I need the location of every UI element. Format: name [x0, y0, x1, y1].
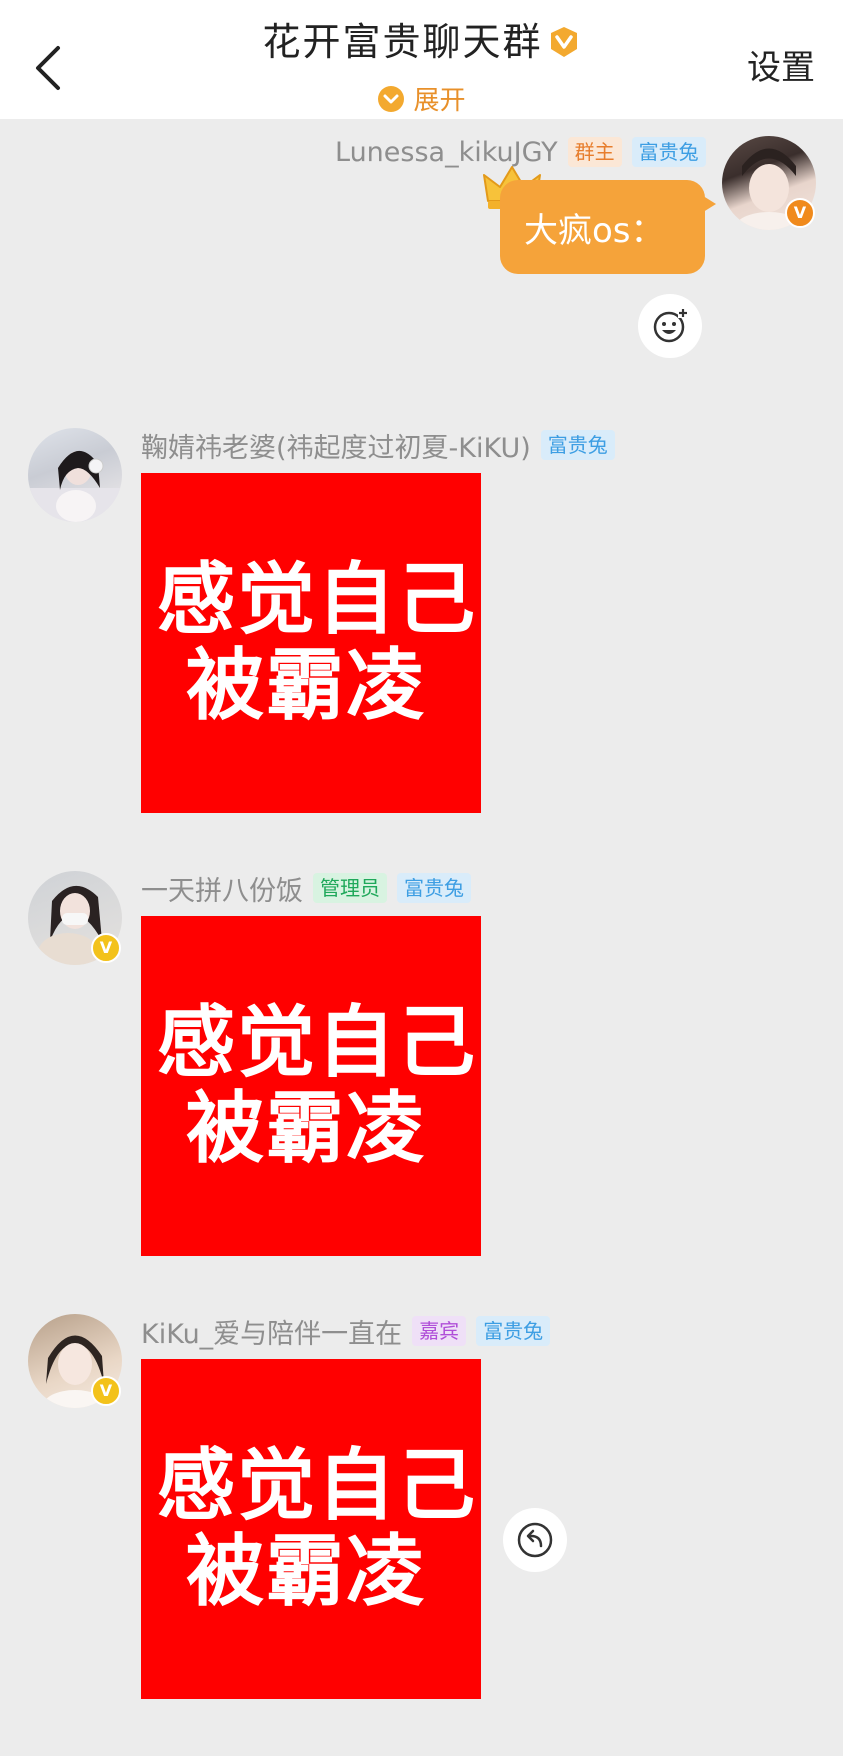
role-tag-rich-rabbit: 富贵兔 [397, 873, 471, 903]
sticker-text-line: 被霸凌 [185, 1527, 426, 1617]
reply-arrow-icon [517, 1522, 553, 1558]
sticker-text-line: 感觉自己 [156, 555, 477, 645]
message-bubble[interactable]: 大疯os： [500, 180, 705, 274]
sticker-message[interactable]: 感觉自己 被霸凌 [141, 916, 481, 1256]
avatar[interactable] [28, 428, 122, 522]
expand-toggle[interactable]: 展开 [0, 80, 843, 117]
sticker-message[interactable]: 感觉自己 被霸凌 [141, 1359, 481, 1699]
bubble-tail [700, 194, 716, 214]
role-tag-owner: 群主 [567, 137, 622, 167]
verified-badge-icon: V [91, 933, 121, 963]
role-tag-rich-rabbit: 富贵兔 [631, 137, 706, 167]
message-header: 鞠婧祎老婆(祎起度过初夏-KiKU) 富贵兔 [141, 428, 615, 464]
sticker-text-line: 感觉自己 [156, 1441, 477, 1531]
verified-badge-icon: V [91, 1376, 121, 1406]
role-tag-rich-rabbit: 富贵兔 [476, 1316, 551, 1346]
verified-badge-icon: V [785, 198, 815, 228]
sender-name: 一天拼八份饭 [141, 875, 303, 907]
sticker-text-line: 被霸凌 [185, 1084, 426, 1174]
chevron-down-circle-icon [378, 85, 405, 112]
sticker-message[interactable]: 感觉自己 被霸凌 [141, 473, 481, 813]
role-tag-guest: 嘉宾 [412, 1316, 467, 1346]
title-row: 花开富贵聊天群 [0, 18, 843, 66]
role-tag-admin: 管理员 [313, 873, 387, 903]
role-tag-rich-rabbit: 富贵兔 [540, 430, 615, 460]
sender-name: 鞠婧祎老婆(祎起度过初夏-KiKU) [141, 432, 531, 464]
official-badge-icon [550, 27, 577, 57]
sender-name: KiKu_爱与陪伴一直在 [141, 1318, 403, 1350]
group-title: 花开富贵聊天群 [262, 20, 543, 64]
message-header: KiKu_爱与陪伴一直在 嘉宾 富贵兔 [141, 1314, 551, 1350]
reply-button[interactable] [503, 1508, 567, 1572]
message-text: 大疯os： [524, 210, 665, 251]
settings-button[interactable]: 设置 [747, 46, 815, 90]
sticker-text-line: 被霸凌 [185, 641, 426, 731]
sticker-text-line: 感觉自己 [156, 998, 477, 1088]
message-header: 一天拼八份饭 管理员 富贵兔 [141, 871, 471, 907]
add-emoji-icon [653, 308, 688, 343]
expand-label: 展开 [413, 86, 466, 116]
add-reaction-button[interactable] [638, 294, 702, 358]
avatar-portrait-icon [28, 450, 122, 522]
top-bar: 花开富贵聊天群 展开 设置 [0, 0, 843, 119]
